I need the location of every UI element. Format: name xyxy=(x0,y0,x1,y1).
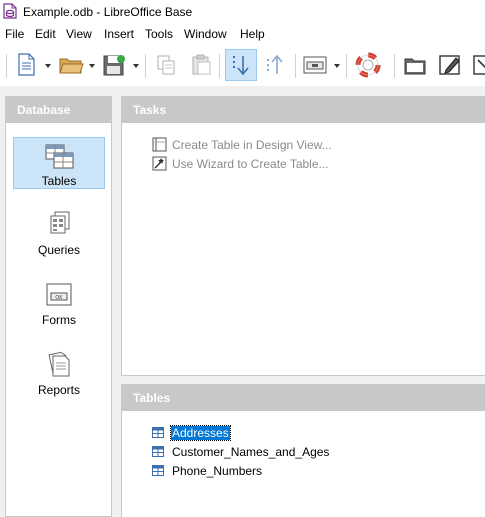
open-database-object-button[interactable] xyxy=(401,51,429,79)
edit-button[interactable] xyxy=(436,51,464,79)
forms-icon: OK xyxy=(46,283,72,306)
svg-text:OK: OK xyxy=(55,295,63,301)
new-document-button[interactable] xyxy=(14,51,40,79)
paste-button[interactable] xyxy=(188,51,214,79)
menu-edit[interactable]: Edit xyxy=(35,27,56,41)
toolbar-separator xyxy=(346,54,347,78)
menu-view[interactable]: View xyxy=(66,27,92,41)
menu-help[interactable]: Help xyxy=(240,27,265,41)
table-name: Addresses xyxy=(170,425,231,441)
database-item-tables[interactable]: Tables xyxy=(13,137,105,189)
tables-icon xyxy=(45,144,74,169)
save-icon xyxy=(103,55,125,76)
reports-icon xyxy=(48,351,70,377)
menu-insert[interactable]: Insert xyxy=(104,27,134,41)
delete-button[interactable] xyxy=(470,51,485,79)
task-label: Use Wizard to Create Table... xyxy=(172,157,329,171)
copy-button[interactable] xyxy=(153,51,179,79)
database-item-label: Queries xyxy=(37,243,81,257)
database-item-label: Tables xyxy=(41,174,77,188)
toolbar-separator xyxy=(394,54,395,78)
sort-ascending-button[interactable] xyxy=(262,51,288,79)
table-icon xyxy=(152,427,164,438)
design-view-icon xyxy=(152,137,167,152)
database-panel: Database Tables Queries OK Forms Reports xyxy=(5,96,112,517)
save-button[interactable] xyxy=(100,51,128,79)
edit-icon xyxy=(439,55,460,75)
open-button[interactable] xyxy=(57,51,85,79)
delete-icon xyxy=(473,55,485,75)
new-document-icon xyxy=(18,53,35,76)
tasks-panel: Tasks Create Table in Design View... Use… xyxy=(121,96,485,376)
wizard-icon xyxy=(152,156,167,171)
database-item-forms[interactable]: OK Forms xyxy=(13,277,105,329)
toolbar xyxy=(0,44,485,86)
queries-icon xyxy=(50,211,70,234)
help-lifebuoy-icon xyxy=(355,52,381,78)
table-icon xyxy=(152,465,164,476)
open-folder-icon xyxy=(59,58,84,74)
database-item-reports[interactable]: Reports xyxy=(13,347,105,399)
help-button[interactable] xyxy=(354,51,382,79)
toolbar-separator xyxy=(295,54,296,78)
toolbar-grip xyxy=(6,54,7,78)
table-icon xyxy=(152,446,164,457)
menu-file[interactable]: File xyxy=(5,27,24,41)
tasks-panel-header: Tasks xyxy=(122,97,485,123)
table-name: Customer_Names_and_Ages xyxy=(172,445,330,459)
menu-tools[interactable]: Tools xyxy=(145,27,173,41)
window-title: Example.odb - LibreOffice Base xyxy=(23,5,193,19)
toolbar-separator xyxy=(219,54,220,78)
database-item-queries[interactable]: Queries xyxy=(13,207,105,259)
title-bar: Example.odb - LibreOffice Base xyxy=(0,0,485,24)
sort-ascending-icon xyxy=(267,54,283,74)
tables-panel: Tables Addresses Customer_Names_and_Ages… xyxy=(121,384,485,517)
open-database-object-icon xyxy=(404,58,426,75)
toolbar-separator xyxy=(145,54,146,78)
sort-descending-button[interactable] xyxy=(225,49,257,81)
save-dropdown-arrow[interactable] xyxy=(133,64,139,68)
paste-icon xyxy=(192,54,211,75)
tables-panel-header: Tables xyxy=(122,385,485,411)
form-control-dropdown-arrow[interactable] xyxy=(334,64,340,68)
new-dropdown-arrow[interactable] xyxy=(45,64,51,68)
table-name: Phone_Numbers xyxy=(172,464,263,478)
database-panel-header: Database xyxy=(6,97,111,123)
copy-icon xyxy=(157,55,175,75)
libreoffice-base-icon xyxy=(3,3,17,19)
task-label: Create Table in Design View... xyxy=(172,138,332,152)
sort-descending-icon xyxy=(233,56,249,76)
menu-window[interactable]: Window xyxy=(184,27,227,41)
menu-bar: File Edit View Insert Tools Window Help xyxy=(0,24,485,44)
open-dropdown-arrow[interactable] xyxy=(89,64,95,68)
form-control-icon xyxy=(303,56,327,74)
form-control-button[interactable] xyxy=(301,51,329,79)
database-item-label: Forms xyxy=(42,313,76,327)
database-item-label: Reports xyxy=(37,383,81,397)
